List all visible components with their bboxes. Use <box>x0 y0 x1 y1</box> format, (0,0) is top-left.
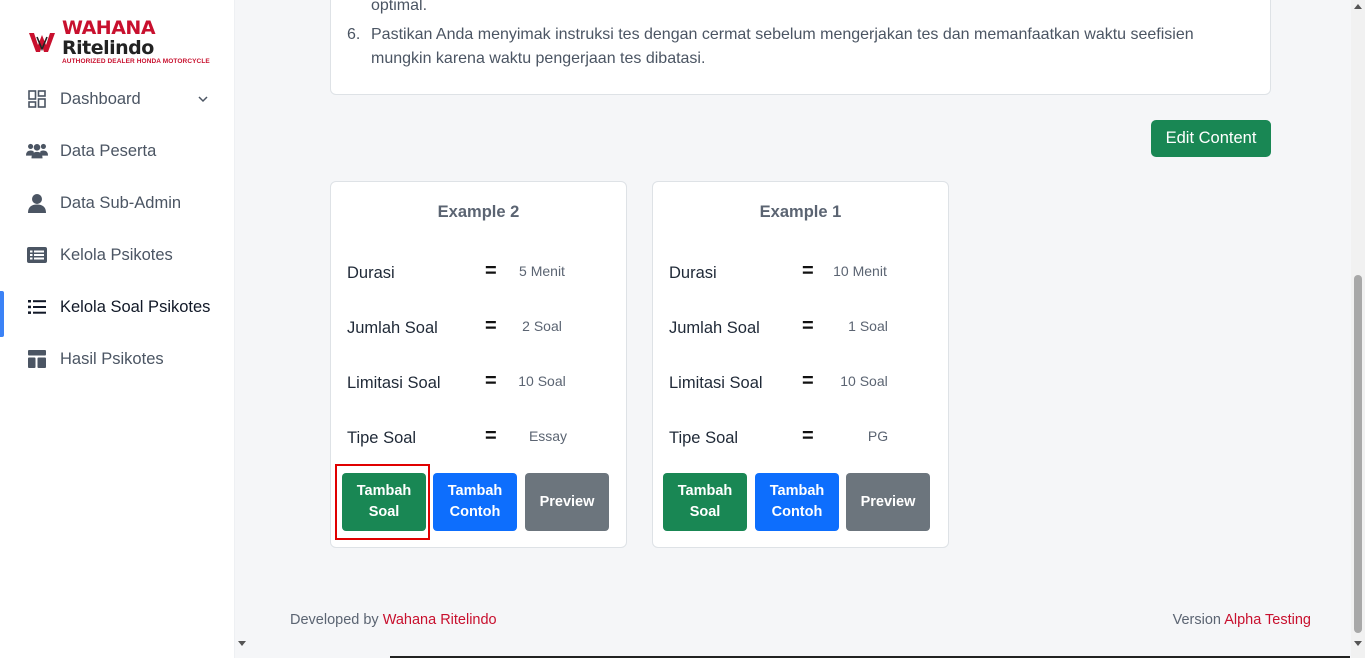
duration-value: 10 Menit <box>833 263 887 279</box>
scroll-up-arrow-icon[interactable] <box>1354 4 1362 9</box>
brand-second: Ritelindo <box>62 37 154 59</box>
edit-content-button[interactable]: Edit Content <box>1151 120 1271 157</box>
sidebar-item-label: Hasil Psikotes <box>60 349 164 368</box>
scroll-down-arrow-icon[interactable] <box>238 641 246 646</box>
preview-button[interactable]: Preview <box>846 473 930 531</box>
equals-sign: = <box>485 425 497 447</box>
brand-tagline: AUTHORIZED DEALER HONDA MOTORCYCLE <box>62 58 210 65</box>
brand-logo[interactable]: WAHANA Ritelindo AUTHORIZED DEALER HONDA… <box>28 18 234 66</box>
instruction-text: Pastikan Anda menyimak instruksi tes den… <box>371 26 1194 67</box>
scroll-down-arrow-icon[interactable] <box>1354 641 1362 646</box>
sidebar-item-label: Kelola Psikotes <box>60 245 173 264</box>
layout-icon <box>26 348 48 370</box>
add-example-button[interactable]: Tambah Contoh <box>433 473 517 531</box>
instruction-item: 6. Pastikan Anda menyimak instruksi tes … <box>347 23 1254 71</box>
question-type-value: PG <box>867 428 889 444</box>
footer-developed-by: Developed by Wahana Ritelindo <box>290 612 497 628</box>
sidebar-nav: Dashboard Data Peserta Data Sub-Admin Ke… <box>0 73 235 385</box>
example-card: Example 1 Durasi = 10 Menit Jumlah Soal … <box>652 181 949 548</box>
question-limit-value: 10 Soal <box>840 373 888 389</box>
duration-label: Durasi <box>669 264 717 282</box>
question-count-value: 1 Soal <box>848 318 888 334</box>
sidebar-item-hasil-psikotes[interactable]: Hasil Psikotes <box>0 333 235 385</box>
sidebar-item-label: Dashboard <box>60 89 141 108</box>
question-count-label: Jumlah Soal <box>347 319 438 337</box>
main-scrollbar[interactable] <box>1351 0 1365 658</box>
brand-main: WAHANA <box>62 17 156 39</box>
equals-sign: = <box>485 315 497 337</box>
instruction-number: 6. <box>347 26 361 43</box>
question-limit-label: Limitasi Soal <box>669 374 763 392</box>
equals-sign: = <box>485 260 497 282</box>
add-example-button[interactable]: Tambah Contoh <box>755 473 839 531</box>
sidebar-item-data-sub-admin[interactable]: Data Sub-Admin <box>0 177 235 229</box>
sidebar-scrollbar[interactable] <box>235 0 249 658</box>
question-count-label: Jumlah Soal <box>669 319 760 337</box>
chevron-down-icon <box>197 91 209 110</box>
footer-version: Version Alpha Testing <box>1172 612 1311 628</box>
sidebar-item-label: Data Sub-Admin <box>60 193 182 212</box>
sidebar: WAHANA Ritelindo AUTHORIZED DEALER HONDA… <box>0 0 235 658</box>
scrollbar-thumb[interactable] <box>1354 275 1362 633</box>
question-count-value: 2 Soal <box>522 318 562 334</box>
question-type-label: Tipe Soal <box>347 429 417 447</box>
sidebar-item-kelola-psikotes[interactable]: Kelola Psikotes <box>0 229 235 281</box>
question-limit-value: 10 Soal <box>518 373 566 389</box>
add-question-button[interactable]: Tambah Soal <box>663 473 747 531</box>
duration-label: Durasi <box>347 264 395 282</box>
users-group-icon <box>26 140 48 162</box>
card-title: Example 1 <box>759 203 842 221</box>
instruction-partial-text: optimal. <box>371 0 428 14</box>
question-limit-label: Limitasi Soal <box>347 374 441 392</box>
wahana-logo-icon <box>28 28 56 56</box>
question-type-value: Essay <box>528 428 568 444</box>
equals-sign: = <box>802 315 814 337</box>
question-type-label: Tipe Soal <box>669 429 739 447</box>
sidebar-item-label: Data Peserta <box>60 141 157 160</box>
equals-sign: = <box>802 370 814 392</box>
list-icon <box>26 296 48 318</box>
equals-sign: = <box>485 370 497 392</box>
duration-value: 5 Menit <box>519 263 565 279</box>
equals-sign: = <box>802 260 814 282</box>
highlight-box <box>335 464 430 540</box>
card-title: Example 2 <box>437 203 520 221</box>
user-icon <box>26 192 48 214</box>
instructions-card: optimal. 6. Pastikan Anda menyimak instr… <box>330 0 1271 95</box>
preview-button[interactable]: Preview <box>525 473 609 531</box>
developer-link[interactable]: Wahana Ritelindo <box>383 612 497 628</box>
dashboard-grid-icon <box>26 88 48 110</box>
sidebar-item-kelola-soal-psikotes[interactable]: Kelola Soal Psikotes <box>0 281 235 337</box>
sidebar-item-label: Kelola Soal Psikotes <box>60 297 211 316</box>
sidebar-item-dashboard[interactable]: Dashboard <box>0 73 235 125</box>
equals-sign: = <box>802 425 814 447</box>
list-box-icon <box>26 244 48 266</box>
sidebar-item-data-peserta[interactable]: Data Peserta <box>0 125 235 177</box>
version-text: Alpha Testing <box>1224 612 1311 628</box>
